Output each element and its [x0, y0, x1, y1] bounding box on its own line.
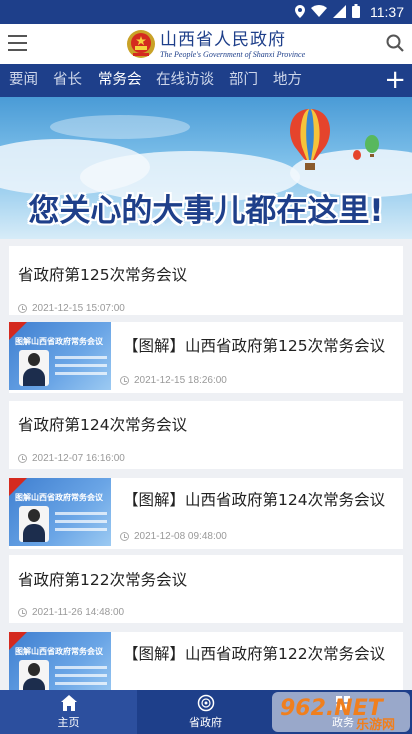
clock-icon — [18, 454, 27, 463]
article-title: 省政府第124次常务会议 — [18, 416, 188, 434]
search-icon[interactable] — [386, 34, 404, 52]
article-time: 2021-12-15 15:07:00 — [18, 303, 125, 314]
article-time: 2021-12-08 09:48:00 — [120, 531, 227, 542]
list-item[interactable]: 省政府第122次常务会议 2021-11-26 14:48:00 — [9, 555, 403, 623]
list-item[interactable]: 图解山西省政府常务会议 【图解】山西省政府第125次常务会议 2021-12-1… — [9, 322, 403, 393]
tab-departments[interactable]: 部门 — [229, 64, 258, 97]
article-title: 【图解】山西省政府第124次常务会议 — [123, 491, 386, 509]
battery-icon — [352, 4, 360, 20]
status-time: 11:37 — [370, 4, 404, 20]
banner-slogan: 您关心的大事儿都在这里! — [28, 193, 384, 229]
article-thumbnail: 图解山西省政府常务会议 — [9, 322, 111, 390]
article-title: 【图解】山西省政府第125次常务会议 — [123, 337, 386, 355]
list-item[interactable]: 图解山西省政府常务会议 【图解】山西省政府第124次常务会议 2021-12-0… — [9, 478, 403, 549]
signal-icon — [333, 4, 346, 20]
bottom-tab-label: 省政府 — [189, 716, 222, 729]
clock-icon — [18, 608, 27, 617]
article-title: 省政府第122次常务会议 — [18, 571, 188, 589]
bottom-tab-label: 主页 — [57, 716, 80, 729]
clock-icon — [120, 532, 129, 541]
bottom-tab-provincial-government[interactable]: 省政府 — [137, 690, 274, 734]
article-thumbnail: 图解山西省政府常务会议 — [9, 478, 111, 546]
wifi-icon — [311, 5, 327, 19]
person-icon — [19, 350, 49, 386]
status-bar: 11:37 — [0, 0, 412, 24]
tab-online-interview[interactable]: 在线访谈 — [156, 64, 214, 97]
menu-icon[interactable] — [8, 35, 27, 51]
header-title: 山西省人民政府 — [160, 29, 286, 50]
bottom-tab-home[interactable]: 主页 — [0, 690, 137, 734]
article-title: 【图解】山西省政府第122次常务会议 — [123, 645, 386, 663]
logo: 山西省人民政府 The People's Government of Shanx… — [126, 26, 305, 62]
add-channel-button[interactable]: + — [384, 67, 406, 93]
tab-news[interactable]: 要闻 — [9, 64, 38, 97]
article-time: 2021-12-07 16:16:00 — [18, 453, 125, 464]
clock-icon — [120, 376, 129, 385]
article-time: 2021-11-26 14:48:00 — [18, 607, 124, 618]
banner[interactable]: 您关心的大事儿都在这里! — [0, 97, 412, 239]
person-icon — [19, 506, 49, 542]
list-item[interactable]: 省政府第124次常务会议 2021-12-07 16:16:00 — [9, 401, 403, 469]
national-emblem-icon — [127, 30, 155, 58]
article-title: 省政府第125次常务会议 — [18, 266, 188, 284]
tab-executive-meeting[interactable]: 常务会 — [98, 64, 142, 97]
channel-tab-bar: 要闻 省长 常务会 在线访谈 部门 地方 + — [0, 64, 412, 97]
app-header: 山西省人民政府 The People's Government of Shanx… — [0, 24, 412, 64]
home-icon — [60, 695, 77, 711]
clock-icon — [18, 304, 27, 313]
header-subtitle: The People's Government of Shanxi Provin… — [160, 49, 306, 59]
tab-governor[interactable]: 省长 — [53, 64, 82, 97]
site-watermark-logo: 962.NET 乐游网 — [272, 692, 410, 733]
list-item[interactable]: 省政府第125次常务会议 2021-12-15 15:07:00 — [9, 246, 403, 315]
article-time: 2021-12-15 18:26:00 — [120, 375, 227, 386]
location-icon — [295, 4, 305, 20]
list-item[interactable]: 图解山西省政府常务会议 【图解】山西省政府第122次常务会议 — [9, 632, 403, 700]
watermark-sub: 乐游网 — [356, 717, 395, 733]
tab-local[interactable]: 地方 — [273, 64, 302, 97]
emblem-icon — [197, 694, 214, 712]
